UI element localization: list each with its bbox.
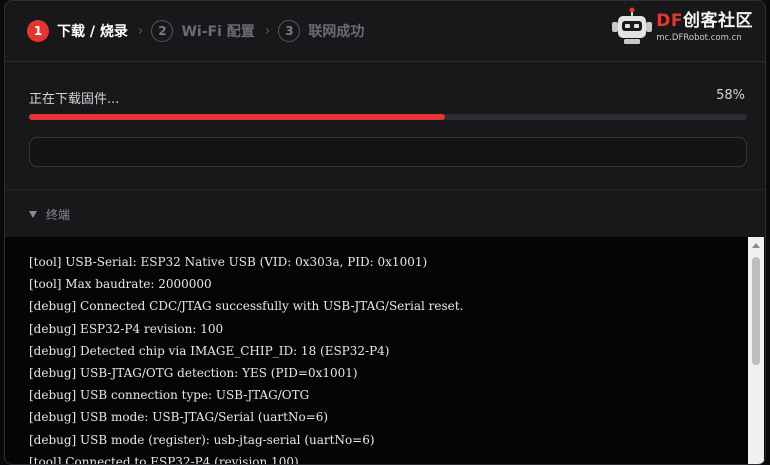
robot-icon	[612, 7, 653, 44]
step-label: 下载 / 烧录	[57, 24, 128, 40]
log-line: [debug] Connected CDC/JTAG successfully …	[29, 299, 464, 314]
step-indicator: 1 下载 / 烧录 › 2 Wi-Fi 配置 › 3 联网成功	[27, 20, 364, 42]
log-line: [debug] USB mode: USB-JTAG/Serial (uartN…	[29, 410, 329, 425]
terminal-scrollbar[interactable]	[748, 237, 764, 464]
download-progress-section: 正在下载固件... 58%	[5, 62, 765, 190]
progress-percent: 58%	[716, 88, 745, 103]
terminal-toggle[interactable]: 终端	[5, 191, 765, 237]
log-line: [tool] Connected to ESP32-P4 (revision 1…	[29, 454, 299, 465]
progress-bar-fill	[29, 114, 446, 120]
log-line: [debug] USB connection type: USB-JTAG/OT…	[29, 388, 310, 403]
log-line: [debug] Detected chip via IMAGE_CHIP_ID:…	[29, 343, 390, 358]
log-line: [tool] USB-Serial: ESP32 Native USB (VID…	[29, 255, 428, 269]
logo-brand: DF创客社区	[656, 10, 753, 31]
chevron-right-icon: ›	[264, 23, 271, 39]
progress-bar	[29, 114, 747, 120]
log-lines: [tool] USB-Serial: ESP32 Native USB (VID…	[29, 251, 464, 465]
message-box	[29, 137, 747, 167]
step-download-flash: 1 下载 / 烧录	[27, 20, 128, 42]
log-line: [debug] ESP32-P4 revision: 100	[29, 321, 224, 336]
log-line: [debug] USB-JTAG/OTG detection: YES (PID…	[29, 365, 358, 380]
progress-status-text: 正在下载固件...	[29, 92, 120, 107]
scroll-up-arrow-icon[interactable]	[752, 243, 760, 248]
scrollbar-thumb[interactable]	[752, 257, 760, 365]
step-connected: 3 联网成功	[278, 20, 364, 42]
step-wifi-config: 2 Wi-Fi 配置	[151, 20, 255, 42]
header: 1 下载 / 烧录 › 2 Wi-Fi 配置 › 3 联网成功 DF创客社区 m…	[5, 1, 765, 62]
log-line: [tool] Max baudrate: 2000000	[29, 277, 212, 292]
terminal-output[interactable]: [tool] USB-Serial: ESP32 Native USB (VID…	[5, 237, 765, 465]
chevron-right-icon: ›	[137, 23, 144, 39]
flasher-window: 1 下载 / 烧录 › 2 Wi-Fi 配置 › 3 联网成功 DF创客社区 m…	[4, 0, 766, 465]
dfrobot-logo: DF创客社区 mc.DFRobot.com.cn	[610, 7, 753, 47]
step-label: 联网成功	[308, 24, 365, 40]
logo-url: mc.DFRobot.com.cn	[656, 32, 742, 43]
terminal-toggle-label: 终端	[46, 207, 71, 222]
step-number: 1	[27, 20, 49, 42]
step-number: 2	[151, 20, 174, 42]
step-label: Wi-Fi 配置	[181, 24, 255, 40]
caret-down-icon	[29, 210, 37, 218]
step-number: 3	[278, 20, 301, 42]
log-line: [debug] USB mode (register): usb-jtag-se…	[29, 432, 375, 447]
